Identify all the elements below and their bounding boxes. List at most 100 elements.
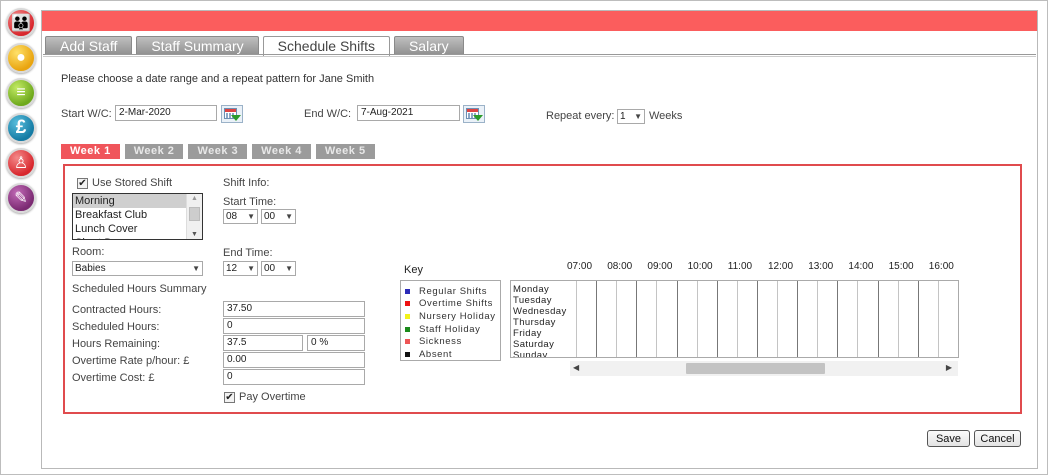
- room-label: Room:: [72, 246, 105, 258]
- scroll-right-icon[interactable]: ▶: [946, 363, 952, 372]
- timeline-gridline: [596, 281, 598, 357]
- timeline-day-labels: Monday Tuesday Wednesday Thursday Friday Satu…: [513, 284, 571, 357]
- room-select[interactable]: Babies ▼: [72, 261, 203, 276]
- timeline-gridline: [676, 281, 678, 357]
- tab-salary[interactable]: Salary: [393, 36, 464, 55]
- pay-overtime-checkbox[interactable]: ✔: [224, 392, 235, 403]
- repeat-unit-label: Weeks: [649, 110, 683, 122]
- week-tab-4[interactable]: Week 4: [252, 144, 311, 159]
- stored-shift-item[interactable]: Breakfast Club: [73, 208, 186, 222]
- key-swatch: [405, 313, 410, 319]
- key-item: Staff Holiday: [405, 323, 500, 336]
- end-hour-select[interactable]: 12 ▼: [223, 261, 258, 276]
- timeline-gridline: [576, 281, 577, 357]
- stored-shift-list[interactable]: MorningBreakfast ClubLunch CoverShort Da…: [72, 193, 203, 240]
- hours-remaining-percent[interactable]: 0 %: [307, 335, 365, 351]
- key-swatch: [405, 301, 410, 307]
- staff-icon[interactable]: ♙: [6, 148, 36, 178]
- use-stored-shift-checkbox[interactable]: ✔: [77, 178, 88, 189]
- repeat-value: 1: [620, 111, 626, 122]
- timeline-gridline: [957, 281, 958, 357]
- key-label: Staff Holiday: [419, 323, 481, 335]
- start-wc-input[interactable]: 2-Mar-2020: [115, 105, 217, 121]
- key-swatch: [405, 326, 410, 332]
- timeline-gridline: [857, 281, 859, 357]
- document-icon[interactable]: ≡: [6, 78, 36, 108]
- timeline-day-label: Tuesday: [513, 295, 552, 306]
- save-button[interactable]: Save: [927, 430, 970, 447]
- hours-remaining-field[interactable]: 37.5: [223, 335, 303, 351]
- tab-schedule-shifts[interactable]: Schedule Shifts: [262, 36, 390, 56]
- overtime-cost-field[interactable]: 0: [223, 369, 365, 385]
- wrench-icon[interactable]: ✎: [6, 183, 36, 213]
- week-tab-2[interactable]: Week 2: [124, 144, 184, 159]
- contracted-hours-field[interactable]: 37.50: [223, 301, 365, 317]
- week-tab-5[interactable]: Week 5: [315, 144, 375, 159]
- timeline-hour-label: 13:00: [808, 261, 834, 272]
- tab-divider: [43, 54, 1036, 55]
- tab-add-staff[interactable]: Add Staff: [45, 36, 133, 55]
- end-minute-value: 00: [264, 263, 276, 274]
- timeline-gridline: [756, 281, 758, 357]
- timeline-gridline: [777, 281, 778, 357]
- scroll-thumb[interactable]: [189, 207, 200, 221]
- start-minute-select[interactable]: 00 ▼: [261, 209, 296, 224]
- end-minute-select[interactable]: 00 ▼: [261, 261, 296, 276]
- chevron-down-icon: ▼: [247, 212, 255, 221]
- key-item: Absent: [405, 348, 500, 361]
- chevron-down-icon: ▼: [285, 212, 293, 221]
- week-tab-bar: Week 1 Week 2 Week 3 Week 4 Week 5: [61, 144, 380, 159]
- timeline-day-label: Thursday: [513, 317, 556, 328]
- tab-staff-summary[interactable]: Staff Summary: [136, 36, 259, 55]
- key-swatch: [405, 288, 410, 294]
- start-hour-value: 08: [226, 211, 238, 222]
- hours-remaining-label: Hours Remaining:: [72, 338, 161, 350]
- cancel-button[interactable]: Cancel: [974, 430, 1021, 447]
- end-wc-input[interactable]: 7-Aug-2021: [357, 105, 460, 121]
- pound-icon[interactable]: £: [6, 113, 36, 143]
- repeat-label: Repeat every:: [546, 110, 615, 122]
- timeline-horizontal-scrollbar[interactable]: ◀ ▶: [570, 361, 958, 376]
- timeline-gridline: [616, 281, 618, 357]
- key-item: Regular Shifts: [405, 285, 500, 298]
- stored-shift-item[interactable]: Short Day: [73, 236, 186, 239]
- key-label: Nursery Holiday: [419, 310, 496, 322]
- list-scrollbar[interactable]: ▲ ▼: [186, 194, 202, 239]
- overtime-cost-label: Overtime Cost: £: [72, 372, 155, 384]
- baby-icon[interactable]: ●: [6, 43, 36, 73]
- timeline-hour-label: 15:00: [888, 261, 914, 272]
- family-icon[interactable]: 👪: [6, 8, 36, 38]
- week-tab-1[interactable]: Week 1: [61, 144, 120, 159]
- timeline-gridline: [797, 281, 799, 357]
- timeline-gridline: [716, 281, 718, 357]
- timeline-day-label: Saturday: [513, 339, 555, 350]
- stored-shift-item[interactable]: Morning: [73, 194, 186, 208]
- key-item: Nursery Holiday: [405, 310, 500, 323]
- scheduled-hours-label: Scheduled Hours:: [72, 321, 160, 333]
- key-label: Sickness: [419, 336, 462, 348]
- chevron-down-icon: ▼: [285, 264, 293, 273]
- timeline-hour-lines: [571, 281, 958, 357]
- week-tab-3[interactable]: Week 3: [188, 144, 248, 159]
- timeline-hour-label: 10:00: [687, 261, 713, 272]
- timeline-scroll-thumb[interactable]: [686, 363, 825, 374]
- repeat-select[interactable]: 1 ▼: [617, 109, 645, 124]
- overtime-rate-field[interactable]: 0.00: [223, 352, 365, 368]
- timeline-gridline: [696, 281, 698, 357]
- pay-overtime-label: Pay Overtime: [239, 391, 306, 403]
- overtime-rate-label: Overtime Rate p/hour: £: [72, 355, 190, 367]
- scroll-up-icon[interactable]: ▲: [191, 195, 198, 202]
- end-calendar-icon[interactable]: [463, 105, 485, 123]
- key-title: Key: [404, 264, 423, 276]
- timeline-gridline: [837, 281, 839, 357]
- start-calendar-icon[interactable]: [221, 105, 243, 123]
- stored-shift-item[interactable]: Lunch Cover: [73, 222, 186, 236]
- timeline-gridline: [897, 281, 899, 357]
- start-hour-select[interactable]: 08 ▼: [223, 209, 258, 224]
- week-panel: ✔ Use Stored Shift Morning Breakfast Club…: [63, 164, 1022, 414]
- timeline-gridline: [817, 281, 819, 357]
- scroll-left-icon[interactable]: ◀: [573, 363, 579, 372]
- scheduled-hours-field[interactable]: 0: [223, 318, 365, 334]
- timeline-gridline: [636, 281, 638, 357]
- scroll-down-icon[interactable]: ▼: [191, 231, 198, 238]
